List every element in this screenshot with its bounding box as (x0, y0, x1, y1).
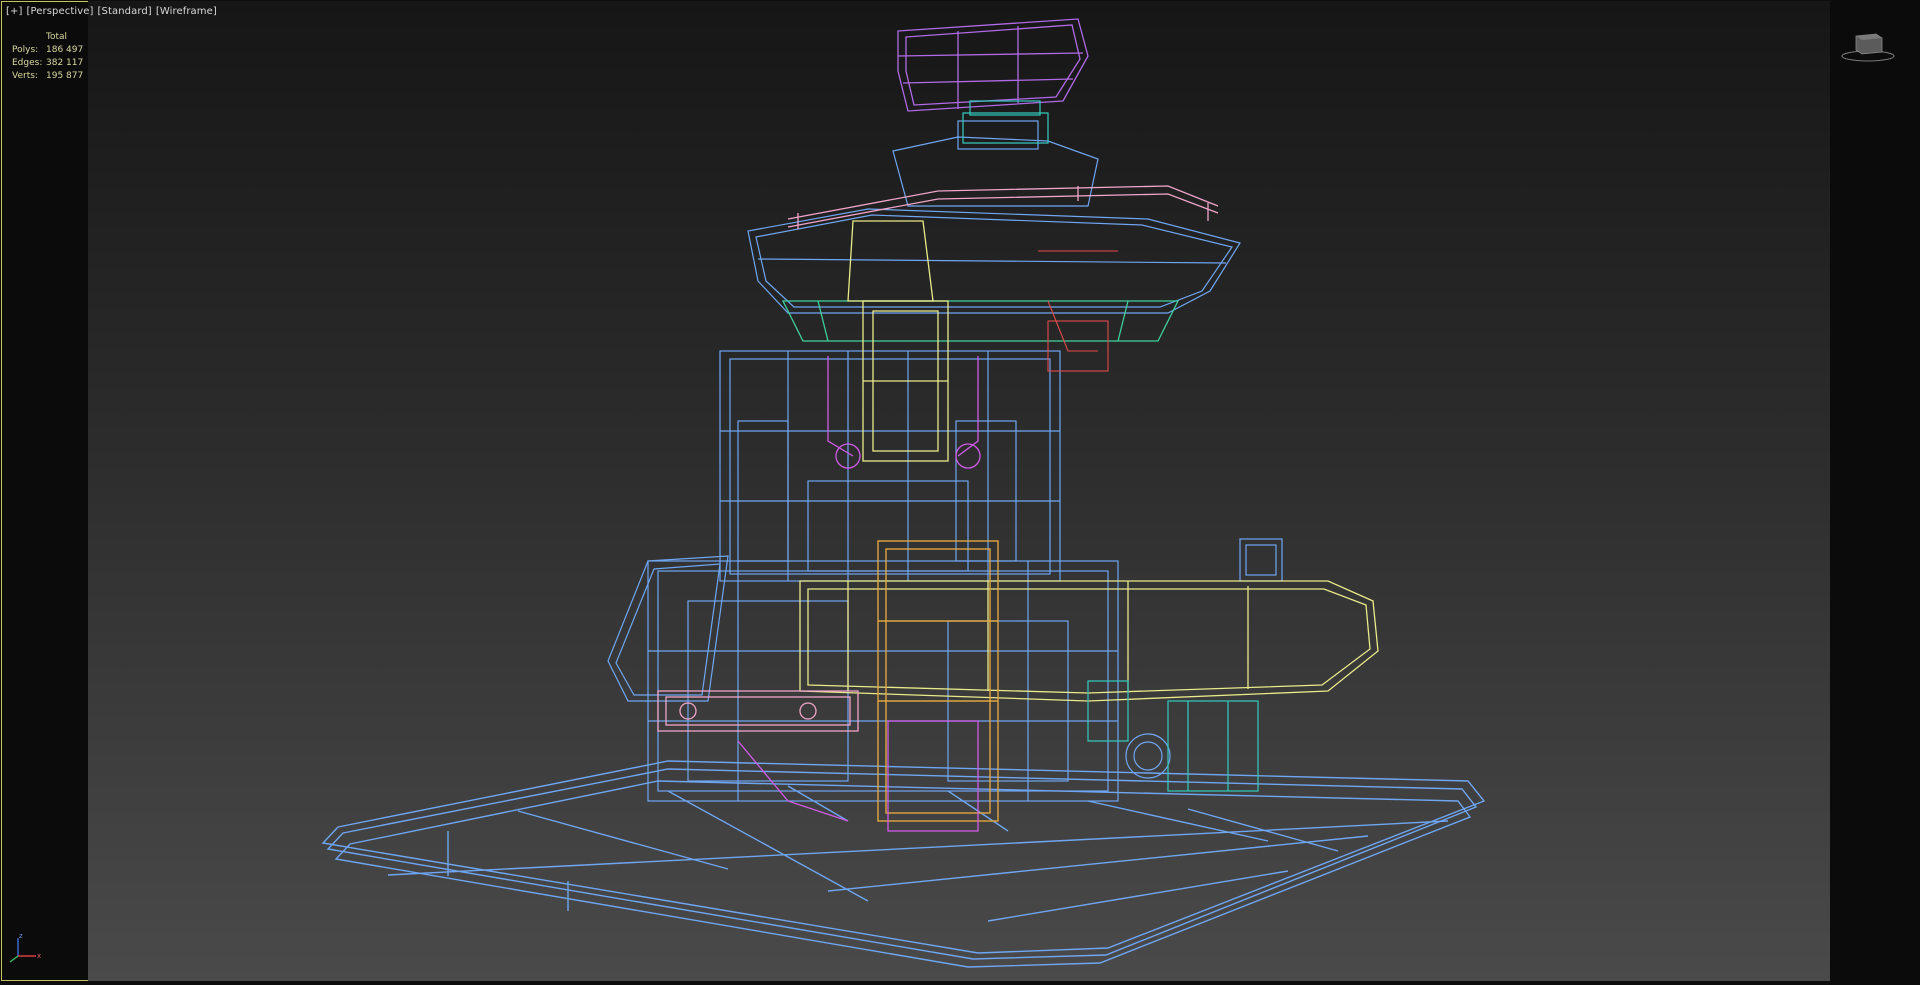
stats-key: Polys: (12, 45, 39, 55)
stats-row-verts: Verts: 195 877 (12, 70, 83, 83)
stats-value: 382 117 (46, 58, 84, 68)
yellow-column (799, 220, 1379, 702)
viewport-menu-plus[interactable]: [+] (6, 6, 22, 17)
perspective-viewport[interactable] (88, 1, 1830, 981)
stats-key: Verts: (12, 71, 38, 81)
viewport-menu-standard[interactable]: [Standard] (98, 6, 152, 17)
orange-frame (877, 540, 999, 822)
viewport-label-bar[interactable]: [+] [Perspective] [Standard] [Wireframe] (6, 6, 221, 17)
viewport-menu-perspective[interactable]: [Perspective] (26, 6, 93, 17)
crown-red-detail (1038, 250, 1118, 372)
view-cube-icon[interactable] (1838, 26, 1898, 66)
radar-base (962, 100, 1049, 144)
svg-text:x: x (37, 952, 41, 960)
stats-row-edges: Edges: 382 117 (12, 57, 83, 70)
stats-header: Total (46, 32, 68, 42)
stats-value: 186 497 (46, 45, 84, 55)
scene-statistics: Total Polys: 186 497 Edges: 382 117 Verts:… (12, 31, 83, 83)
viewport-menu-wireframe[interactable]: [Wireframe] (156, 6, 217, 17)
axis-tripod-icon: z x (9, 932, 41, 963)
radar-dish (897, 18, 1089, 112)
ground-plate (321, 760, 1486, 968)
right-panel (1830, 0, 1920, 985)
wireframe-model (321, 18, 1486, 968)
svg-text:z: z (19, 932, 23, 940)
magenta-details (737, 356, 981, 832)
stats-value: 195 877 (46, 71, 84, 81)
tower-crown (747, 120, 1241, 314)
stats-key: Edges: (12, 58, 43, 68)
tower-body (607, 350, 1283, 802)
stats-row-polys: Polys: 186 497 (12, 44, 83, 57)
